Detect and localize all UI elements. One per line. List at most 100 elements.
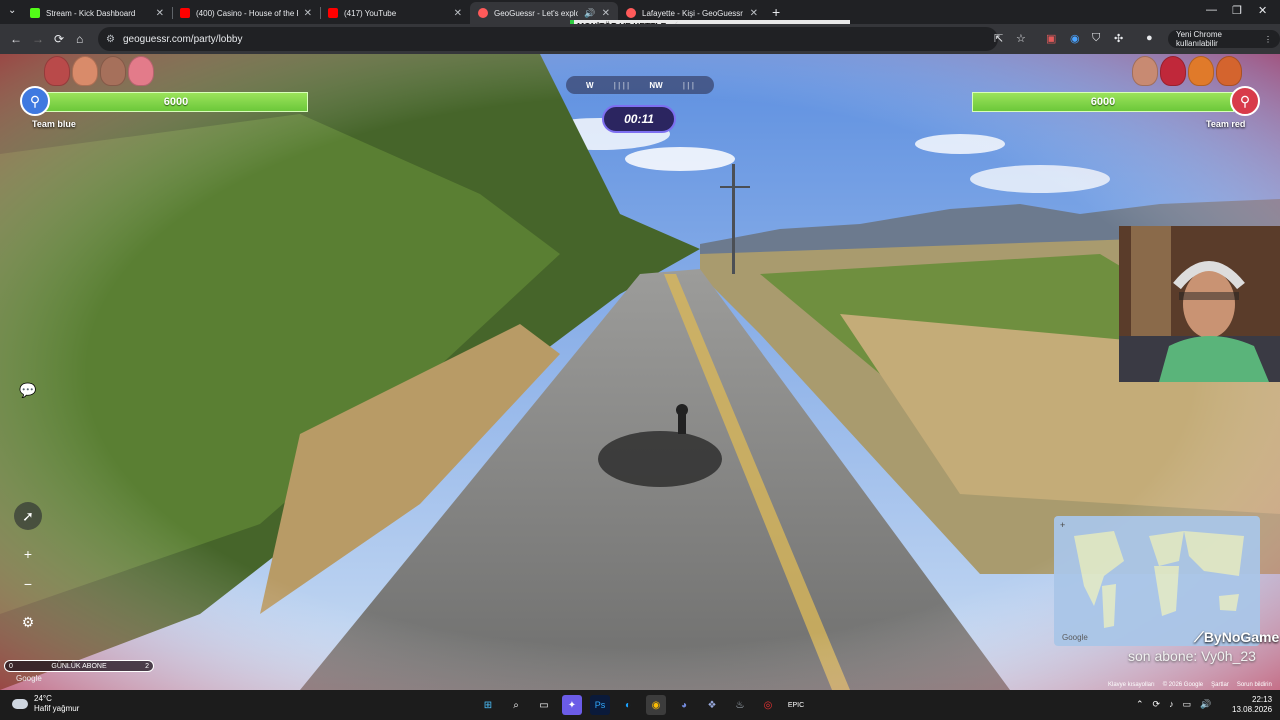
expand-map-icon[interactable]: + xyxy=(1060,520,1065,530)
search-icon[interactable]: ⌕ xyxy=(506,695,526,715)
close-icon[interactable]: ✕ xyxy=(602,8,610,19)
player-avatar[interactable] xyxy=(72,56,98,86)
update-icon[interactable]: ⟳ xyxy=(1153,699,1161,710)
tab-title: (417) YouTube xyxy=(344,8,397,18)
street-view-panorama[interactable]: 6000 ⚲ Team blue 6000 ⚲ Team red W | | |… xyxy=(0,54,1280,690)
tab-youtube[interactable]: (417) YouTube ✕ xyxy=(320,2,470,24)
maximize-button[interactable]: ❐ xyxy=(1232,4,1242,17)
player-avatar[interactable] xyxy=(1160,56,1186,86)
cloud-rain-icon xyxy=(12,699,28,709)
player-avatar[interactable] xyxy=(1216,56,1242,86)
compass-needle-icon[interactable]: ➚ xyxy=(14,502,42,530)
team-red-avatars xyxy=(1132,56,1242,88)
taskbar-apps: ⊞ ⌕ ▭ ✦ Ps ◐ ◉ ◕ ❖ ♨ ◎ EPIC xyxy=(478,695,806,715)
tab-title: GeoGuessr - Let's explore t xyxy=(494,8,579,18)
guess-minimap[interactable]: + Google xyxy=(1054,516,1260,646)
copyright-text: © 2026 Google xyxy=(1162,682,1204,688)
weather-desc: Hafif yağmur xyxy=(34,704,80,713)
new-tab-button[interactable]: + xyxy=(772,4,780,20)
edge-icon[interactable]: ◐ xyxy=(618,695,638,715)
tab-casino[interactable]: (400) Casino - House of the Ri ✕ xyxy=(172,2,320,24)
site-info-icon[interactable]: ⚙ xyxy=(106,34,115,45)
player-avatar[interactable] xyxy=(100,56,126,86)
player-avatar[interactable] xyxy=(44,56,70,86)
terms-link[interactable]: Şartlar xyxy=(1211,682,1229,688)
home-icon[interactable]: ⌂ xyxy=(76,32,83,46)
keyboard-shortcuts-link[interactable]: Klavye kısayolları xyxy=(1108,682,1155,688)
google-footer: Klavye kısayolları © 2026 Google Şartlar… xyxy=(1108,682,1272,688)
speaker-icon[interactable]: 🔊 xyxy=(584,8,595,19)
clock-time: 22:13 xyxy=(1252,695,1273,704)
task-view-icon[interactable]: ▭ xyxy=(534,695,554,715)
tab-kick-dashboard[interactable]: Stream - Kick Dashboard ✕ xyxy=(22,2,172,24)
extension-record-icon[interactable]: ▣ xyxy=(1046,32,1056,45)
steam-icon[interactable]: ♨ xyxy=(730,695,750,715)
team-blue-pin-icon: ⚲ xyxy=(20,86,50,116)
zoom-out-button[interactable]: − xyxy=(16,572,40,596)
compass: W | | | | NW | | | xyxy=(566,76,714,94)
youtube-icon xyxy=(180,8,190,18)
chrome-update-button[interactable]: Yeni Chrome kullanılabilir ⋮ xyxy=(1168,30,1280,48)
more-menu-icon[interactable]: ⋮ xyxy=(1264,35,1272,44)
player-avatar[interactable] xyxy=(128,56,154,86)
clock[interactable]: 22:13 13.08.2026 xyxy=(1232,695,1272,715)
geoguessr-icon xyxy=(478,8,488,18)
address-bar[interactable]: ⚙ geoguessr.com/party/lobby xyxy=(98,27,998,51)
forward-button[interactable]: → xyxy=(32,32,44,46)
reload-button[interactable]: ⟳ xyxy=(54,32,64,46)
close-icon[interactable]: ✕ xyxy=(304,8,312,19)
epic-games-icon[interactable]: EPIC xyxy=(786,695,806,715)
zoom-in-button[interactable]: + xyxy=(16,542,40,566)
mic-icon[interactable]: ♪ xyxy=(1169,699,1174,710)
photoshop-icon[interactable]: Ps xyxy=(590,695,610,715)
weather-widget[interactable]: 24°C Hafif yağmur xyxy=(12,694,79,714)
round-timer: 00:11 xyxy=(602,105,676,133)
map-google-logo: Google xyxy=(1062,633,1088,642)
close-window-button[interactable]: ✕ xyxy=(1258,4,1267,17)
team-blue-label: Team blue xyxy=(32,119,76,129)
team-red-health: 6000 xyxy=(972,92,1234,112)
discord-icon[interactable]: ◕ xyxy=(674,695,694,715)
sub-goal-label: GÜNLÜK ABONE xyxy=(51,662,107,670)
bookmark-star-icon[interactable]: ☆ xyxy=(1016,32,1026,45)
url-text: geoguessr.com/party/lobby xyxy=(122,33,243,45)
sub-goal-current: 0 xyxy=(9,662,13,670)
shield-icon[interactable]: ⛉ xyxy=(1092,32,1100,45)
last-subscriber: son abone: Vy0h_23 xyxy=(1128,648,1256,664)
chrome-icon[interactable]: ◉ xyxy=(646,695,666,715)
volume-icon[interactable]: 🔊 xyxy=(1200,699,1211,710)
extensions-puzzle-icon[interactable]: ✣ xyxy=(1114,32,1123,45)
minimize-button[interactable]: — xyxy=(1206,4,1217,16)
obs-icon[interactable]: ◎ xyxy=(758,695,778,715)
tab-title: Lafayette - Kişi - GeoGuessr xyxy=(642,8,743,18)
kick-icon xyxy=(30,8,40,18)
geoguessr-icon xyxy=(626,8,636,18)
youtube-icon xyxy=(328,8,338,18)
compass-northwest: NW xyxy=(649,80,663,90)
system-tray: ⌃ ⟳ ♪ ▭ 🔊 xyxy=(1136,699,1211,710)
team-blue-score: 6000 xyxy=(44,92,308,112)
report-problem-link[interactable]: Sorun bildirin xyxy=(1237,682,1272,688)
close-icon[interactable]: ✕ xyxy=(454,8,462,19)
back-button[interactable]: ← xyxy=(10,32,22,46)
extension-audio-icon[interactable]: ◉ xyxy=(1070,32,1080,45)
network-icon[interactable]: ▭ xyxy=(1183,699,1192,710)
team-red-label: Team red xyxy=(1206,119,1246,129)
temperature: 24°C xyxy=(34,694,52,703)
player-avatar[interactable] xyxy=(1188,56,1214,86)
avatar-icon[interactable]: ● xyxy=(1146,32,1153,44)
team-red-pin-icon: ⚲ xyxy=(1230,86,1260,116)
chat-icon[interactable]: 💬 xyxy=(16,378,40,402)
sub-goal-target: 2 xyxy=(145,662,149,670)
copilot-icon[interactable]: ✦ xyxy=(562,695,582,715)
tray-overflow-icon[interactable]: ⌃ xyxy=(1136,699,1144,710)
close-icon[interactable]: ✕ xyxy=(750,8,758,19)
install-app-icon[interactable]: ⇱ xyxy=(994,32,1003,45)
windows-start-icon[interactable]: ⊞ xyxy=(478,695,498,715)
tab-search-icon[interactable]: ⌄ xyxy=(8,5,16,16)
compass-west: W xyxy=(586,80,594,90)
settings-gear-icon[interactable]: ⚙ xyxy=(16,610,40,634)
close-icon[interactable]: ✕ xyxy=(156,8,164,19)
player-avatar[interactable] xyxy=(1132,56,1158,86)
app-icon[interactable]: ❖ xyxy=(702,695,722,715)
